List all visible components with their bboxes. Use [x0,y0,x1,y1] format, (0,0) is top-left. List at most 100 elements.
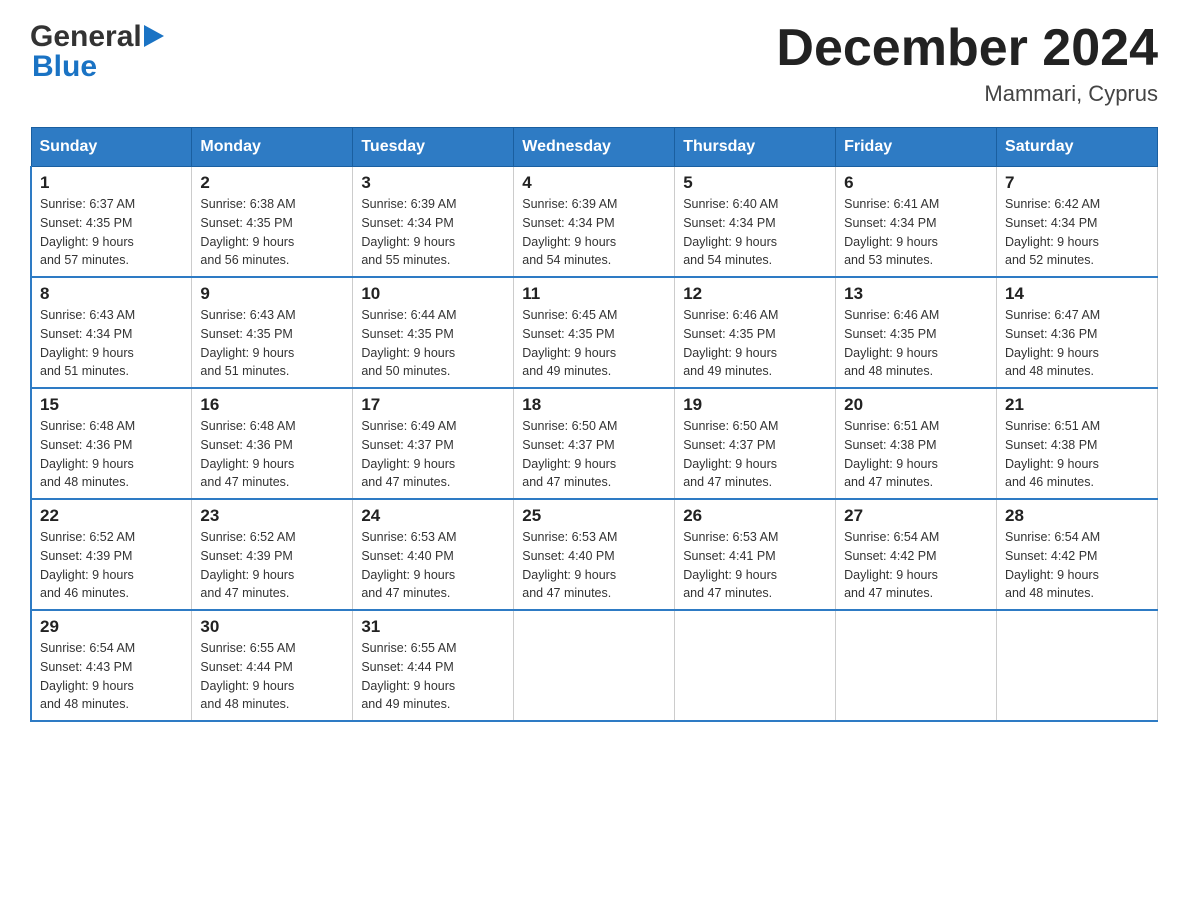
day-number: 23 [200,506,344,526]
day-number: 8 [40,284,183,304]
logo-general: General [30,20,142,54]
day-info: Sunrise: 6:43 AMSunset: 4:34 PMDaylight:… [40,306,183,381]
calendar-day-header: Sunday [31,128,192,167]
calendar-week-row: 8Sunrise: 6:43 AMSunset: 4:34 PMDaylight… [31,277,1158,388]
day-info: Sunrise: 6:39 AMSunset: 4:34 PMDaylight:… [522,195,666,270]
day-number: 31 [361,617,505,637]
calendar-day-cell: 18Sunrise: 6:50 AMSunset: 4:37 PMDayligh… [514,388,675,499]
day-number: 17 [361,395,505,415]
calendar-day-cell: 14Sunrise: 6:47 AMSunset: 4:36 PMDayligh… [997,277,1158,388]
calendar-day-cell: 11Sunrise: 6:45 AMSunset: 4:35 PMDayligh… [514,277,675,388]
title-section: December 2024 Mammari, Cyprus [776,20,1158,107]
calendar-day-cell: 23Sunrise: 6:52 AMSunset: 4:39 PMDayligh… [192,499,353,610]
page-subtitle: Mammari, Cyprus [776,81,1158,107]
day-number: 4 [522,173,666,193]
day-info: Sunrise: 6:50 AMSunset: 4:37 PMDaylight:… [522,417,666,492]
day-info: Sunrise: 6:53 AMSunset: 4:40 PMDaylight:… [361,528,505,603]
calendar-day-cell: 12Sunrise: 6:46 AMSunset: 4:35 PMDayligh… [675,277,836,388]
day-number: 9 [200,284,344,304]
day-info: Sunrise: 6:46 AMSunset: 4:35 PMDaylight:… [844,306,988,381]
day-number: 10 [361,284,505,304]
calendar-day-cell: 24Sunrise: 6:53 AMSunset: 4:40 PMDayligh… [353,499,514,610]
day-number: 19 [683,395,827,415]
day-number: 22 [40,506,183,526]
calendar-day-cell: 5Sunrise: 6:40 AMSunset: 4:34 PMDaylight… [675,167,836,278]
calendar-day-cell: 6Sunrise: 6:41 AMSunset: 4:34 PMDaylight… [836,167,997,278]
calendar-day-cell: 16Sunrise: 6:48 AMSunset: 4:36 PMDayligh… [192,388,353,499]
day-info: Sunrise: 6:45 AMSunset: 4:35 PMDaylight:… [522,306,666,381]
calendar-day-cell [997,610,1158,721]
calendar-day-cell: 7Sunrise: 6:42 AMSunset: 4:34 PMDaylight… [997,167,1158,278]
calendar-day-cell: 17Sunrise: 6:49 AMSunset: 4:37 PMDayligh… [353,388,514,499]
day-number: 6 [844,173,988,193]
calendar-week-row: 29Sunrise: 6:54 AMSunset: 4:43 PMDayligh… [31,610,1158,721]
day-info: Sunrise: 6:53 AMSunset: 4:40 PMDaylight:… [522,528,666,603]
day-info: Sunrise: 6:46 AMSunset: 4:35 PMDaylight:… [683,306,827,381]
day-number: 3 [361,173,505,193]
day-info: Sunrise: 6:48 AMSunset: 4:36 PMDaylight:… [200,417,344,492]
calendar-day-cell: 28Sunrise: 6:54 AMSunset: 4:42 PMDayligh… [997,499,1158,610]
calendar-week-row: 1Sunrise: 6:37 AMSunset: 4:35 PMDaylight… [31,167,1158,278]
day-info: Sunrise: 6:51 AMSunset: 4:38 PMDaylight:… [844,417,988,492]
day-number: 29 [40,617,183,637]
day-number: 2 [200,173,344,193]
calendar-day-cell: 8Sunrise: 6:43 AMSunset: 4:34 PMDaylight… [31,277,192,388]
calendar-day-cell: 19Sunrise: 6:50 AMSunset: 4:37 PMDayligh… [675,388,836,499]
day-info: Sunrise: 6:47 AMSunset: 4:36 PMDaylight:… [1005,306,1149,381]
calendar-day-cell: 13Sunrise: 6:46 AMSunset: 4:35 PMDayligh… [836,277,997,388]
calendar-day-header: Wednesday [514,128,675,167]
page-header: General Blue December 2024 Mammari, Cypr… [30,20,1158,107]
calendar-day-cell: 20Sunrise: 6:51 AMSunset: 4:38 PMDayligh… [836,388,997,499]
day-number: 14 [1005,284,1149,304]
calendar-day-cell: 1Sunrise: 6:37 AMSunset: 4:35 PMDaylight… [31,167,192,278]
day-number: 1 [40,173,183,193]
day-info: Sunrise: 6:43 AMSunset: 4:35 PMDaylight:… [200,306,344,381]
calendar-day-cell [836,610,997,721]
logo-triangle-icon [144,25,164,47]
day-info: Sunrise: 6:49 AMSunset: 4:37 PMDaylight:… [361,417,505,492]
day-info: Sunrise: 6:39 AMSunset: 4:34 PMDaylight:… [361,195,505,270]
day-number: 5 [683,173,827,193]
calendar-day-header: Friday [836,128,997,167]
day-info: Sunrise: 6:54 AMSunset: 4:43 PMDaylight:… [40,639,183,714]
calendar-week-row: 15Sunrise: 6:48 AMSunset: 4:36 PMDayligh… [31,388,1158,499]
day-info: Sunrise: 6:44 AMSunset: 4:35 PMDaylight:… [361,306,505,381]
calendar-day-header: Tuesday [353,128,514,167]
logo-blue: Blue [32,50,97,83]
day-number: 11 [522,284,666,304]
day-number: 18 [522,395,666,415]
day-info: Sunrise: 6:52 AMSunset: 4:39 PMDaylight:… [40,528,183,603]
day-info: Sunrise: 6:38 AMSunset: 4:35 PMDaylight:… [200,195,344,270]
calendar-day-cell: 4Sunrise: 6:39 AMSunset: 4:34 PMDaylight… [514,167,675,278]
calendar-week-row: 22Sunrise: 6:52 AMSunset: 4:39 PMDayligh… [31,499,1158,610]
day-number: 12 [683,284,827,304]
day-info: Sunrise: 6:53 AMSunset: 4:41 PMDaylight:… [683,528,827,603]
calendar-day-cell: 22Sunrise: 6:52 AMSunset: 4:39 PMDayligh… [31,499,192,610]
day-info: Sunrise: 6:55 AMSunset: 4:44 PMDaylight:… [361,639,505,714]
day-info: Sunrise: 6:51 AMSunset: 4:38 PMDaylight:… [1005,417,1149,492]
day-info: Sunrise: 6:54 AMSunset: 4:42 PMDaylight:… [1005,528,1149,603]
calendar-day-cell: 29Sunrise: 6:54 AMSunset: 4:43 PMDayligh… [31,610,192,721]
day-number: 21 [1005,395,1149,415]
calendar-day-cell: 26Sunrise: 6:53 AMSunset: 4:41 PMDayligh… [675,499,836,610]
day-number: 26 [683,506,827,526]
day-number: 30 [200,617,344,637]
page-title: December 2024 [776,20,1158,77]
day-number: 24 [361,506,505,526]
logo: General Blue [30,20,164,84]
day-number: 16 [200,395,344,415]
day-info: Sunrise: 6:41 AMSunset: 4:34 PMDaylight:… [844,195,988,270]
day-number: 28 [1005,506,1149,526]
calendar-day-cell: 31Sunrise: 6:55 AMSunset: 4:44 PMDayligh… [353,610,514,721]
calendar-day-cell: 2Sunrise: 6:38 AMSunset: 4:35 PMDaylight… [192,167,353,278]
day-info: Sunrise: 6:55 AMSunset: 4:44 PMDaylight:… [200,639,344,714]
calendar-day-cell [514,610,675,721]
calendar-day-header: Saturday [997,128,1158,167]
calendar-day-cell: 9Sunrise: 6:43 AMSunset: 4:35 PMDaylight… [192,277,353,388]
calendar-header-row: SundayMondayTuesdayWednesdayThursdayFrid… [31,128,1158,167]
day-info: Sunrise: 6:52 AMSunset: 4:39 PMDaylight:… [200,528,344,603]
day-info: Sunrise: 6:37 AMSunset: 4:35 PMDaylight:… [40,195,183,270]
day-info: Sunrise: 6:48 AMSunset: 4:36 PMDaylight:… [40,417,183,492]
day-number: 7 [1005,173,1149,193]
day-info: Sunrise: 6:54 AMSunset: 4:42 PMDaylight:… [844,528,988,603]
